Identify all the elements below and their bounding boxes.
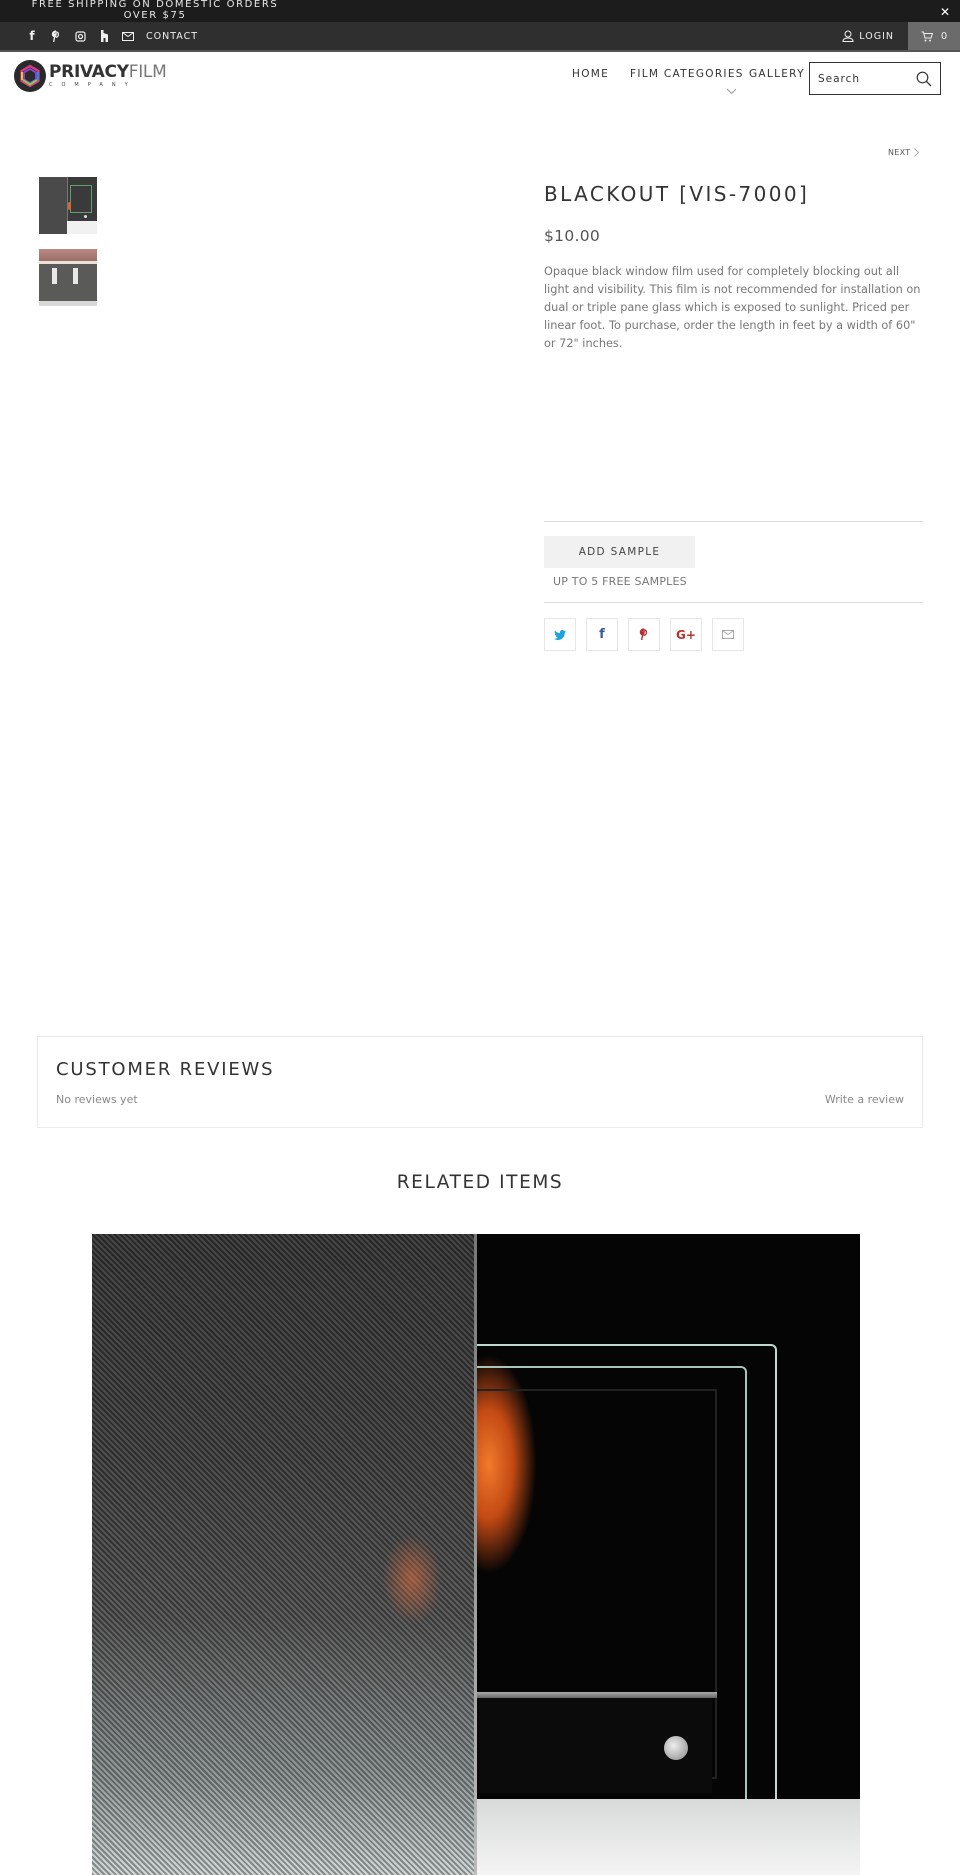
- contact-link[interactable]: CONTACT: [146, 31, 198, 42]
- product-description: Opaque black window film used for comple…: [544, 265, 921, 350]
- logo-mark-icon: [14, 60, 46, 92]
- close-icon[interactable]: ✕: [940, 5, 950, 19]
- related-item-image[interactable]: [92, 1234, 860, 1875]
- facebook-icon[interactable]: f: [20, 22, 44, 50]
- announcement-text: FREE SHIPPING ON DOMESTIC ORDERS OVER $7…: [31, 0, 279, 21]
- reviews-empty-text: No reviews yet: [56, 1093, 138, 1106]
- instagram-icon[interactable]: [68, 22, 92, 50]
- related-items-title: RELATED ITEMS: [396, 1172, 564, 1193]
- mail-icon: [722, 630, 734, 639]
- user-icon: [842, 30, 854, 42]
- logo-brand-bold: PRIVACY: [49, 62, 129, 82]
- login-link[interactable]: LOGIN: [842, 22, 894, 50]
- write-review-link[interactable]: Write a review: [825, 1093, 904, 1106]
- logo-brand-light: FILM: [128, 62, 167, 82]
- next-label: NEXT: [888, 148, 911, 157]
- search-box: [809, 62, 941, 95]
- login-label: LOGIN: [859, 30, 894, 42]
- next-product-link[interactable]: NEXT: [888, 148, 920, 157]
- share-twitter-button[interactable]: [544, 618, 576, 651]
- social-links: f CONTACT: [20, 22, 198, 50]
- nav-home[interactable]: HOME: [572, 68, 609, 80]
- announcement-bar: FREE SHIPPING ON DOMESTIC ORDERS OVER $7…: [0, 0, 960, 22]
- cart-count: 0: [940, 30, 948, 42]
- mail-icon[interactable]: [116, 22, 140, 50]
- share-email-button[interactable]: [712, 618, 744, 651]
- facebook-icon: f: [599, 627, 605, 642]
- search-input[interactable]: [818, 72, 918, 85]
- pinterest-icon[interactable]: [44, 22, 68, 50]
- chevron-right-icon: [914, 148, 920, 157]
- divider: [544, 521, 923, 522]
- cart-button[interactable]: 0: [908, 22, 960, 50]
- share-pinterest-button[interactable]: [628, 618, 660, 651]
- pinterest-icon: [639, 628, 648, 641]
- product-title: BLACKOUT [VIS-7000]: [544, 182, 810, 206]
- google-plus-icon: G+: [676, 627, 696, 642]
- share-facebook-button[interactable]: f: [586, 618, 618, 651]
- share-google-plus-button[interactable]: G+: [670, 618, 702, 651]
- nav-film-categories[interactable]: FILM CATEGORIES: [630, 68, 744, 80]
- customer-reviews: CUSTOMER REVIEWS No reviews yet Write a …: [37, 1036, 923, 1128]
- search-icon[interactable]: [916, 71, 932, 87]
- product-thumbnail[interactable]: [39, 249, 97, 306]
- cart-icon: [921, 31, 933, 41]
- chevron-down-icon[interactable]: [726, 88, 737, 95]
- samples-note: UP TO 5 FREE SAMPLES: [553, 575, 687, 588]
- reviews-title: CUSTOMER REVIEWS: [56, 1059, 275, 1080]
- houzz-icon[interactable]: [92, 22, 116, 50]
- product-price: $10.00: [544, 227, 601, 245]
- utility-bar: f CONTACT LOGIN 0: [0, 22, 960, 52]
- site-logo[interactable]: PRIVACYFILM COMPANY: [14, 60, 167, 92]
- nav-gallery[interactable]: GALLERY: [749, 68, 805, 80]
- twitter-icon: [554, 629, 566, 640]
- logo-sub: COMPANY: [49, 82, 137, 88]
- divider: [544, 602, 923, 603]
- product-thumbnail[interactable]: [39, 177, 97, 234]
- add-sample-button[interactable]: ADD SAMPLE: [544, 536, 695, 568]
